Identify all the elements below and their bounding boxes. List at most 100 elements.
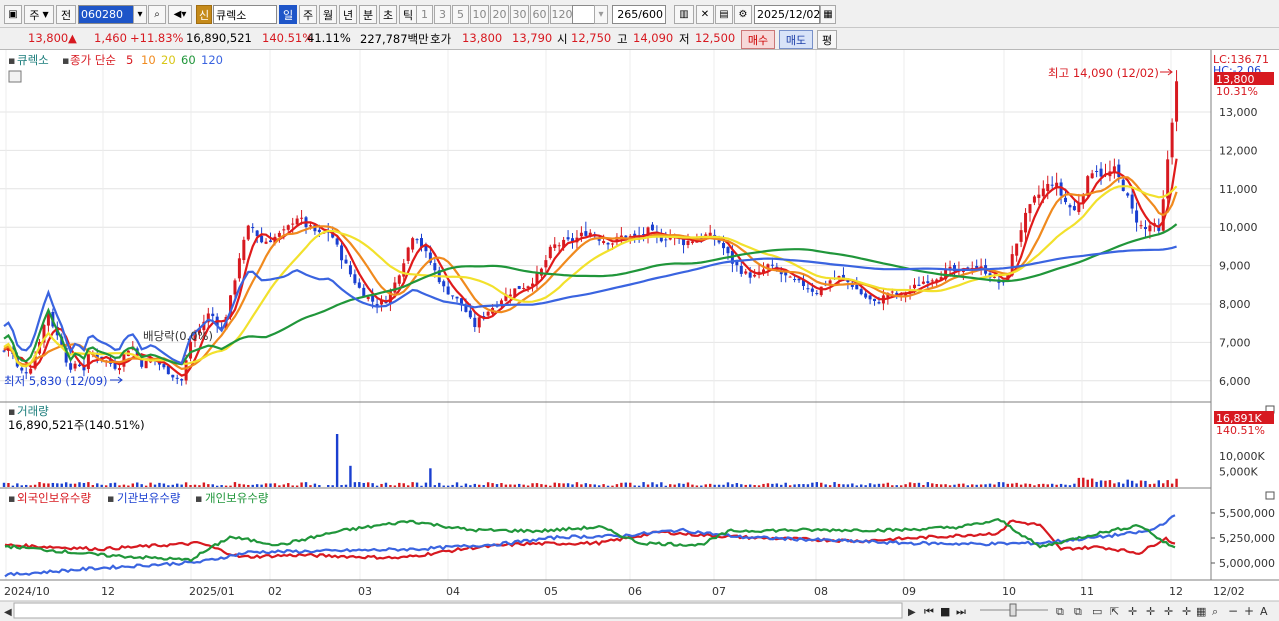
volume-bar [1046,484,1049,487]
window-icon[interactable]: ▭ [1092,605,1102,618]
candle-body [300,217,304,219]
plus-icon[interactable]: + [1244,604,1254,618]
candle-body [144,360,148,369]
volume-bar [20,485,23,487]
interval-20[interactable]: 20 [490,5,509,24]
interval-120[interactable]: 120 [550,5,574,24]
eval-button[interactable]: 평 [817,30,837,49]
holding-panel-marker: ▪ [195,492,202,505]
calendar-icon[interactable]: ▦ [820,5,836,24]
settings-icon[interactable]: ▦ [1196,605,1206,618]
scroll-track[interactable] [13,602,903,619]
scroll-left-icon[interactable]: ◀ [4,607,12,618]
candle-body [682,239,686,246]
volume-bar [500,483,503,487]
interval-30[interactable]: 30 [510,5,529,24]
gear-icon[interactable]: ⚙ [734,5,752,24]
volume-bar [16,483,19,487]
interval-10[interactable]: 10 [470,5,489,24]
cross-icon[interactable]: ✛ [1164,605,1173,618]
volume-bar [269,483,272,487]
volume-bar [464,483,468,487]
zoom-slider-handle[interactable] [1009,603,1017,617]
chevron-down-icon[interactable]: ▾ [133,5,147,24]
date-tick-label: 06 [628,585,642,598]
volume-bar [1099,480,1103,487]
low-label: 저 [679,32,690,46]
volume-bar [1011,483,1014,487]
minus-icon[interactable]: − [1228,604,1238,618]
cross-icon[interactable]: ✛ [1128,605,1137,618]
reset-icon[interactable]: A [1260,605,1268,618]
volume-bar [313,483,317,487]
volume-bar [1122,483,1125,487]
tab-second[interactable]: 초 [379,5,397,24]
date-tick-label: 03 [358,585,372,598]
volume-bar [251,484,254,487]
volume-bar [140,484,143,487]
volume-bar [1002,482,1005,487]
sell-button[interactable]: 매도 [779,30,813,49]
code-input[interactable]: 060280 [78,5,134,24]
volume-bar [518,483,521,487]
volume-bar [491,483,494,487]
tab-week[interactable]: 주 [299,5,317,24]
volume-bar [282,484,286,487]
prev-button[interactable]: 전 [56,5,76,24]
date-input[interactable]: 2025/12/02 [754,5,820,24]
chart-area[interactable]: 6,000 7,000 8,000 9,000 10,000 11,000 12,000 13… [0,50,1279,621]
save-icon[interactable]: ▤ [715,5,733,24]
volume: 16,890,521 [186,31,252,45]
layout-icon[interactable]: ⧉ [1056,605,1064,618]
candle-body [86,353,90,370]
tab-month[interactable]: 월 [319,5,337,24]
volume-bar [757,485,761,487]
candle-body [1050,184,1054,186]
zoom-icon[interactable]: ⌕ [1212,605,1218,618]
candle-body [522,287,526,289]
crosshair-icon[interactable]: ✕ [696,5,714,24]
volume-bar [215,485,219,487]
forward-icon[interactable]: ⏭ [956,605,966,618]
tab-year[interactable]: 년 [339,5,357,24]
market-select[interactable]: 주 ▼ [24,5,54,24]
rewind-icon[interactable]: ⏮ [924,605,934,618]
volume-bar [948,485,952,487]
volume-bar [402,483,405,487]
speaker-icon[interactable]: ◀▾ [168,5,192,24]
candle-icon[interactable]: ▥ [674,5,694,24]
candle-body [282,229,286,231]
candle-body [1139,225,1143,227]
grid-table-icon[interactable] [8,70,22,83]
buy-button[interactable]: 매수 [741,30,775,49]
window-icon[interactable]: ▣ [4,5,22,24]
tab-tick[interactable]: 틱 [399,5,417,24]
volume-bar [1126,479,1129,487]
cross-icon[interactable]: ✛ [1146,605,1155,618]
volume-bar [136,482,139,487]
stock-name-field[interactable]: 큐렉소 [213,5,277,24]
tab-minute[interactable]: 분 [359,5,377,24]
candle-body [473,317,477,328]
volume-bar [780,484,783,487]
volume-bar [1015,482,1018,487]
volume-bar [162,483,166,487]
interval-60[interactable]: 60 [530,5,549,24]
interval-5[interactable]: 5 [452,5,469,24]
volume-bar [660,482,663,487]
interval-3[interactable]: 3 [434,5,451,24]
cross-icon[interactable]: ✛ [1182,605,1191,618]
count-input[interactable]: 265/600 [612,5,666,24]
stop-icon[interactable]: ■ [940,605,950,618]
tab-day[interactable]: 일 [279,5,297,24]
candle-body [180,379,184,381]
search-icon[interactable]: ⌕ [148,5,166,24]
copy-icon[interactable]: ⧉ [1074,605,1082,618]
pan-icon[interactable]: ⇱ [1110,605,1119,618]
chevron-down-icon[interactable]: ▾ [594,5,608,24]
ma-legend-120: 120 [201,53,223,67]
scroll-right-icon[interactable]: ▶ [908,607,916,618]
interval-1[interactable]: 1 [416,5,433,24]
volume-bar [273,483,277,487]
price-tick-label: 10,000 [1219,221,1258,234]
